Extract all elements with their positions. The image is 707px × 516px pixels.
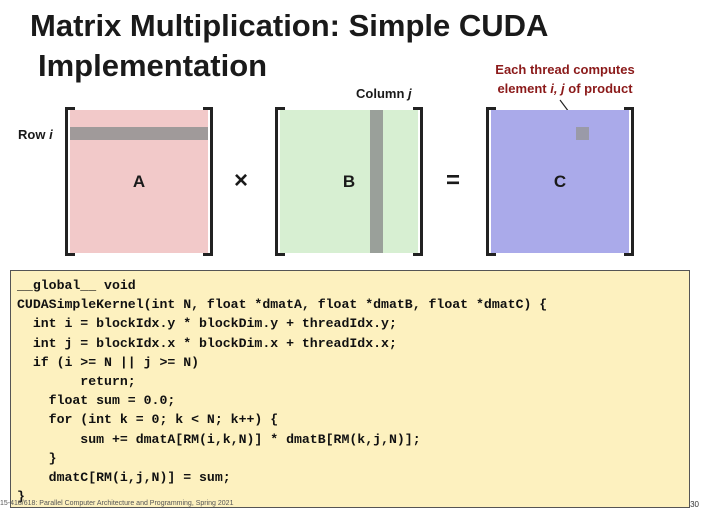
row-label-var: i <box>49 127 53 142</box>
matrix-b-name: B <box>342 172 356 191</box>
row-label-prefix: Row <box>18 127 50 142</box>
footer-course: 15-418/618: Parallel Computer Architectu… <box>0 500 234 507</box>
code-line: return; <box>17 373 136 389</box>
code-block: __global__ void CUDASimpleKernel(int N, f… <box>10 270 690 508</box>
code-line: float sum = 0.0; <box>17 393 176 409</box>
matrix-c-element-cell <box>576 127 589 140</box>
matrix-a-row-band <box>70 127 208 140</box>
slide-number: 30 <box>690 500 699 509</box>
equals-sign: = <box>446 167 461 194</box>
row-label: Row i <box>18 127 53 142</box>
column-label-prefix: Column <box>356 86 408 101</box>
thread-annotation-line1: Each thread computes <box>495 62 635 77</box>
thread-annotation: Each thread computes element i, j of pro… <box>470 60 660 98</box>
annotation-prefix: element <box>497 81 551 96</box>
matrix-b: B <box>275 107 423 256</box>
thread-annotation-line2: element i, j of product <box>470 79 660 98</box>
code-line: __global__ void <box>17 278 136 293</box>
code-line: CUDASimpleKernel(int N, float *dmatA, fl… <box>17 297 548 313</box>
column-label: Column j <box>356 86 412 101</box>
matrix-c-name: C <box>553 172 567 191</box>
slide-title-line1: Matrix Multiplication: Simple CUDA <box>30 8 549 43</box>
matrix-a-name: A <box>132 172 146 191</box>
code-line: dmatC[RM(i,j,N)] = sum; <box>17 469 231 485</box>
code-line: for (int k = 0; k < N; k++) { <box>17 412 279 428</box>
code-line: int j = blockIdx.x * blockDim.x + thread… <box>17 335 397 351</box>
code-line: if (i >= N || j >= N) <box>17 354 200 370</box>
matrix-a: A <box>65 107 213 256</box>
annotation-suffix: of product <box>564 81 633 96</box>
times-sign: × <box>234 167 249 194</box>
code-line: } <box>17 450 57 466</box>
column-label-var: j <box>408 86 412 101</box>
matrix-c: C <box>486 107 634 256</box>
annotation-vars: i, j <box>550 81 565 96</box>
code-line: int i = blockIdx.y * blockDim.y + thread… <box>17 316 397 332</box>
code-line: sum += dmatA[RM(i,k,N)] * dmatB[RM(k,j,N… <box>17 431 421 447</box>
